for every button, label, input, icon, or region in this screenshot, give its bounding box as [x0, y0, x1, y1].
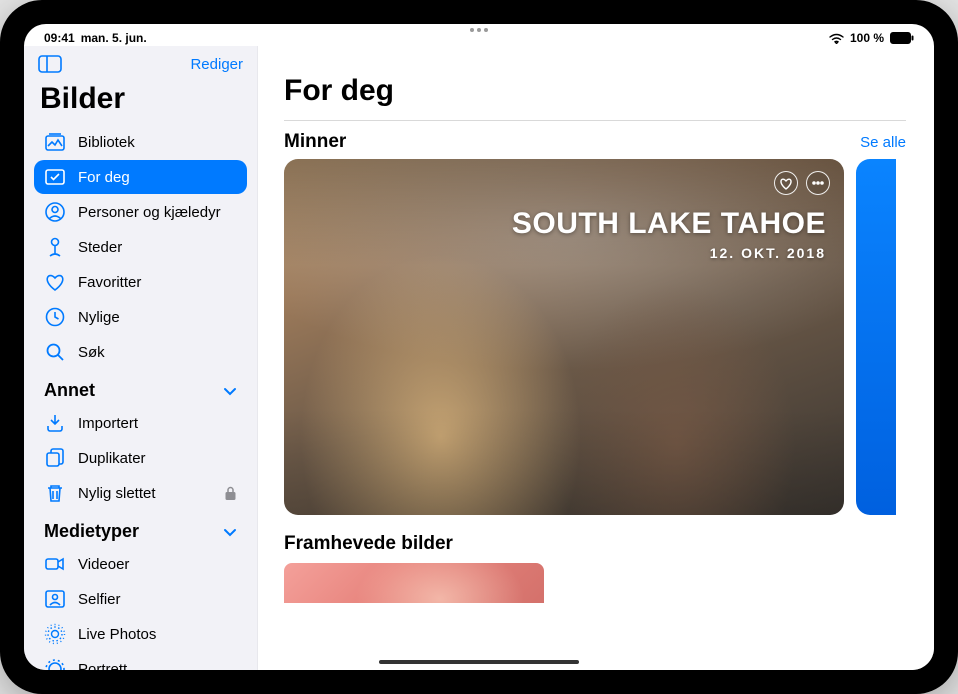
sidebar-item-label: Selfier [78, 591, 121, 608]
import-icon [44, 412, 66, 434]
status-time: 09:41 [44, 31, 75, 45]
sidebar-item-videos[interactable]: Videoer [34, 547, 247, 581]
selfie-icon [44, 588, 66, 610]
lock-icon [224, 486, 237, 501]
memory-title: SOUTH LAKE TAHOE [302, 207, 826, 241]
library-icon [44, 131, 66, 153]
video-icon [44, 553, 66, 575]
places-icon [44, 236, 66, 258]
chevron-down-icon [223, 380, 237, 401]
memory-card[interactable]: SOUTH LAKE TAHOE 12. OKT. 2018 [284, 159, 844, 515]
section-label: Annet [44, 380, 95, 401]
heart-icon [44, 271, 66, 293]
sidebar-item-label: Favoritter [78, 274, 141, 291]
see-all-button[interactable]: Se alle [860, 134, 906, 151]
sidebar-item-selfies[interactable]: Selfier [34, 582, 247, 616]
multitask-dots-icon[interactable] [470, 28, 488, 32]
memory-card-next[interactable] [856, 159, 896, 515]
sidebar-item-library[interactable]: Bibliotek [34, 125, 247, 159]
trash-icon [44, 482, 66, 504]
sidebar-item-label: Duplikater [78, 450, 146, 467]
sidebar-item-label: Bibliotek [78, 134, 135, 151]
sidebar-item-places[interactable]: Steder [34, 230, 247, 264]
memories-heading: Minner [284, 131, 346, 153]
people-icon [44, 201, 66, 223]
live-photos-icon [44, 623, 66, 645]
sidebar-item-recent[interactable]: Nylige [34, 300, 247, 334]
sidebar-item-label: Nylig slettet [78, 485, 156, 502]
sidebar-item-label: Portrett [78, 661, 127, 671]
status-battery-label: 100 % [850, 31, 884, 45]
sidebar-item-portrait[interactable]: Portrett [34, 652, 247, 670]
more-options-icon[interactable] [806, 171, 830, 195]
home-indicator[interactable] [379, 660, 579, 664]
for-you-icon [44, 166, 66, 188]
sidebar-item-for-you[interactable]: For deg [34, 160, 247, 194]
sidebar-item-search[interactable]: Søk [34, 335, 247, 369]
sidebar-item-duplicates[interactable]: Duplikater [34, 441, 247, 475]
sidebar-item-label: For deg [78, 169, 130, 186]
status-date: man. 5. jun. [81, 31, 147, 45]
sidebar-item-live-photos[interactable]: Live Photos [34, 617, 247, 651]
sidebar-item-label: Importert [78, 415, 138, 432]
content-area: For deg Minner Se alle [258, 46, 934, 670]
memories-row[interactable]: SOUTH LAKE TAHOE 12. OKT. 2018 [284, 159, 934, 515]
sidebar: Rediger Bilder Bibliotek For de [24, 46, 258, 670]
portrait-icon [44, 658, 66, 670]
section-label: Medietyper [44, 521, 139, 542]
page-title: For deg [284, 74, 906, 121]
sidebar-item-label: Live Photos [78, 626, 156, 643]
featured-photo-card[interactable] [284, 563, 544, 603]
sidebar-item-label: Nylige [78, 309, 120, 326]
edit-button[interactable]: Rediger [190, 56, 243, 73]
sidebar-section-media-types[interactable]: Medietyper [34, 511, 247, 546]
sidebar-item-label: Personer og kjæledyr [78, 204, 221, 221]
duplicates-icon [44, 447, 66, 469]
search-icon [44, 341, 66, 363]
chevron-down-icon [223, 521, 237, 542]
sidebar-item-label: Steder [78, 239, 122, 256]
favorite-memory-icon[interactable] [774, 171, 798, 195]
wifi-icon [829, 33, 844, 44]
sidebar-item-recently-deleted[interactable]: Nylig slettet [34, 476, 247, 510]
battery-icon [890, 32, 914, 44]
sidebar-item-label: Videoer [78, 556, 129, 573]
featured-heading: Framhevede bilder [284, 515, 934, 563]
sidebar-item-imported[interactable]: Importert [34, 406, 247, 440]
sidebar-item-label: Søk [78, 344, 105, 361]
clock-icon [44, 306, 66, 328]
sidebar-title: Bilder [24, 82, 257, 124]
memory-date: 12. OKT. 2018 [302, 245, 826, 261]
sidebar-item-favorites[interactable]: Favoritter [34, 265, 247, 299]
sidebar-section-other[interactable]: Annet [34, 370, 247, 405]
sidebar-item-people-pets[interactable]: Personer og kjæledyr [34, 195, 247, 229]
sidebar-toggle-icon[interactable] [38, 54, 62, 74]
